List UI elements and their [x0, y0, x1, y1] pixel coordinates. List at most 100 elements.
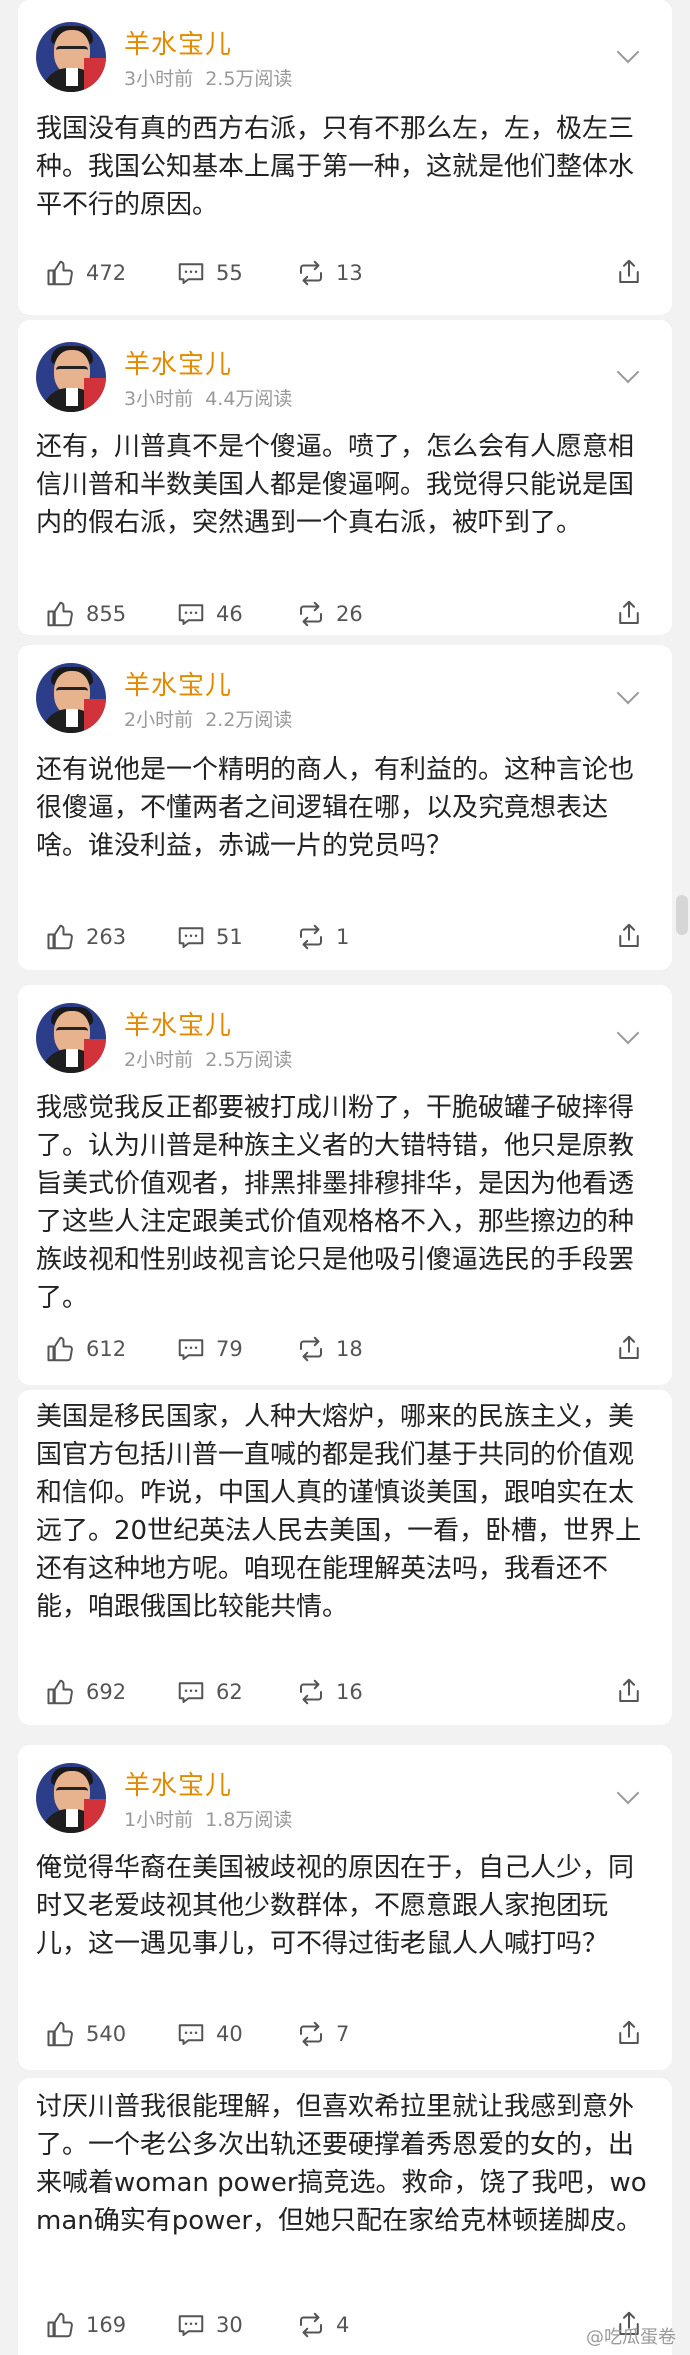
comment-icon [178, 1682, 204, 1703]
repost-icon [300, 1679, 322, 1705]
post-text: 讨厌川普我很能理解，但喜欢希拉里就让我感到意外了。一个老公多次出轨还要硬撑着秀恩… [36, 2092, 647, 2236]
read-count: 1.8万阅读 [205, 1809, 293, 1831]
like-button[interactable]: 692 [46, 1670, 126, 1714]
avatar[interactable] [36, 22, 106, 92]
like-icon [47, 1679, 73, 1705]
repost-button[interactable]: 18 [296, 1327, 363, 1371]
comment-button[interactable]: 55 [176, 251, 243, 295]
repost-count: 1 [336, 925, 350, 949]
like-button[interactable]: 855 [46, 592, 126, 636]
post-actions: 612 79 18 [18, 1327, 672, 1371]
repost-button[interactable]: 1 [296, 915, 349, 959]
repost-icon [300, 924, 322, 950]
like-count: 472 [86, 261, 127, 285]
post-actions: 692 62 16 [18, 1670, 672, 1714]
chevron-down-icon[interactable] [616, 681, 640, 705]
post-meta: 3小时前 4.4万阅读 [124, 384, 292, 411]
post-meta: 2小时前 2.5万阅读 [124, 1045, 292, 1072]
author-name[interactable]: 羊水宝儿 [124, 24, 232, 61]
like-icon [47, 2021, 73, 2047]
post-text: 还有说他是一个精明的商人，有利益的。这种言论也很傻逼，不懂两者之间逻辑在哪，以及… [36, 755, 635, 861]
author-name[interactable]: 羊水宝儿 [124, 1765, 232, 1802]
post-card: 羊水宝儿 3小时前 4.4万阅读 还有，川普真不是个傻逼。喷了，怎么会有人愿意相… [18, 320, 672, 635]
avatar[interactable] [36, 663, 106, 733]
repost-button[interactable]: 4 [296, 2303, 349, 2347]
share-button[interactable] [614, 1676, 644, 1706]
post-text: 我国没有真的西方右派，只有不那么左，左，极左三种。我国公知基本上属于第一种，这就… [36, 114, 635, 220]
like-count: 612 [86, 1337, 127, 1361]
like-button[interactable]: 540 [46, 2012, 126, 2056]
share-icon [619, 2020, 639, 2044]
comment-icon [178, 263, 204, 284]
post-card: 羊水宝儿 2小时前 2.2万阅读 还有说他是一个精明的商人，有利益的。这种言论也… [18, 645, 672, 970]
post-header: 羊水宝儿 1小时前 1.8万阅读 [36, 1763, 640, 1833]
avatar[interactable] [36, 1763, 106, 1833]
comment-button[interactable]: 79 [176, 1327, 243, 1371]
like-button[interactable]: 612 [46, 1327, 126, 1371]
like-count: 692 [86, 1680, 127, 1704]
comment-button[interactable]: 46 [176, 592, 243, 636]
like-icon [47, 601, 73, 627]
like-count: 540 [86, 2022, 127, 2046]
share-icon [619, 600, 639, 624]
repost-icon [300, 260, 322, 286]
comment-button[interactable]: 30 [176, 2303, 243, 2347]
like-icon [47, 2312, 73, 2338]
post-actions: 855 46 26 [18, 592, 672, 636]
share-button[interactable] [614, 2018, 644, 2048]
share-button[interactable] [614, 598, 644, 628]
post-card: 羊水宝儿 3小时前 2.5万阅读 我国没有真的西方右派，只有不那么左，左，极左三… [18, 0, 672, 315]
comment-button[interactable]: 40 [176, 2012, 243, 2056]
chevron-down-icon[interactable] [616, 1021, 640, 1045]
repost-button[interactable]: 13 [296, 251, 363, 295]
read-count: 2.2万阅读 [205, 709, 293, 731]
repost-button[interactable]: 26 [296, 592, 363, 636]
comment-button[interactable]: 62 [176, 1670, 243, 1714]
like-button[interactable]: 472 [46, 251, 126, 295]
share-button[interactable] [614, 257, 644, 287]
like-button[interactable]: 169 [46, 2303, 126, 2347]
post-text: 还有，川普真不是个傻逼。喷了，怎么会有人愿意相信川普和半数美国人都是傻逼啊。我觉… [36, 432, 635, 538]
comment-button[interactable]: 51 [176, 915, 243, 959]
repost-icon [300, 2312, 322, 2338]
comment-count: 55 [216, 261, 243, 285]
author-name[interactable]: 羊水宝儿 [124, 665, 232, 702]
author-name[interactable]: 羊水宝儿 [124, 344, 232, 381]
post-card: 羊水宝儿 2小时前 2.5万阅读 我感觉我反正都要被打成川粉了，干脆破罐子破摔得… [18, 985, 672, 1385]
avatar[interactable] [36, 342, 106, 412]
post-card: 羊水宝儿 1小时前 1.8万阅读 俺觉得华裔在美国被歧视的原因在于，自己人少，同… [18, 1745, 672, 2070]
like-count: 855 [86, 602, 127, 626]
repost-count: 18 [336, 1337, 363, 1361]
comment-icon [178, 927, 204, 948]
comment-count: 79 [216, 1337, 243, 1361]
chevron-down-icon[interactable] [616, 360, 640, 384]
repost-count: 13 [336, 261, 363, 285]
post-header: 羊水宝儿 2小时前 2.2万阅读 [36, 663, 640, 733]
share-button[interactable] [614, 921, 644, 951]
share-icon [619, 259, 639, 283]
post-text: 俺觉得华裔在美国被歧视的原因在于，自己人少，同时又老爱歧视其他少数群体，不愿意跟… [36, 1853, 635, 1959]
read-count: 2.5万阅读 [205, 1049, 293, 1071]
read-count: 2.5万阅读 [205, 68, 293, 90]
author-name[interactable]: 羊水宝儿 [124, 1005, 232, 1042]
repost-button[interactable]: 7 [296, 2012, 349, 2056]
repost-button[interactable]: 16 [296, 1670, 363, 1714]
post-time: 3小时前 [124, 388, 194, 410]
comment-count: 51 [216, 925, 243, 949]
chevron-down-icon[interactable] [616, 40, 640, 64]
like-count: 169 [86, 2313, 127, 2337]
post-time: 1小时前 [124, 1809, 194, 1831]
comment-icon [178, 2024, 204, 2045]
avatar[interactable] [36, 1003, 106, 1073]
share-button[interactable] [614, 1333, 644, 1363]
post-meta: 1小时前 1.8万阅读 [124, 1805, 292, 1832]
scrollbar-handle[interactable] [676, 895, 688, 935]
like-button[interactable]: 263 [46, 915, 126, 959]
chevron-down-icon[interactable] [616, 1781, 640, 1805]
post-card: 美国是移民国家，人种大熔炉，哪来的民族主义，美国官方包括川普一直喊的都是我们基于… [18, 1390, 672, 1725]
post-text: 我感觉我反正都要被打成川粉了，干脆破罐子破摔得了。认为川普是种族主义者的大错特错… [36, 1093, 635, 1313]
comment-count: 46 [216, 602, 243, 626]
comment-icon [178, 1339, 204, 1360]
repost-icon [300, 601, 322, 627]
share-icon [619, 1678, 639, 1702]
